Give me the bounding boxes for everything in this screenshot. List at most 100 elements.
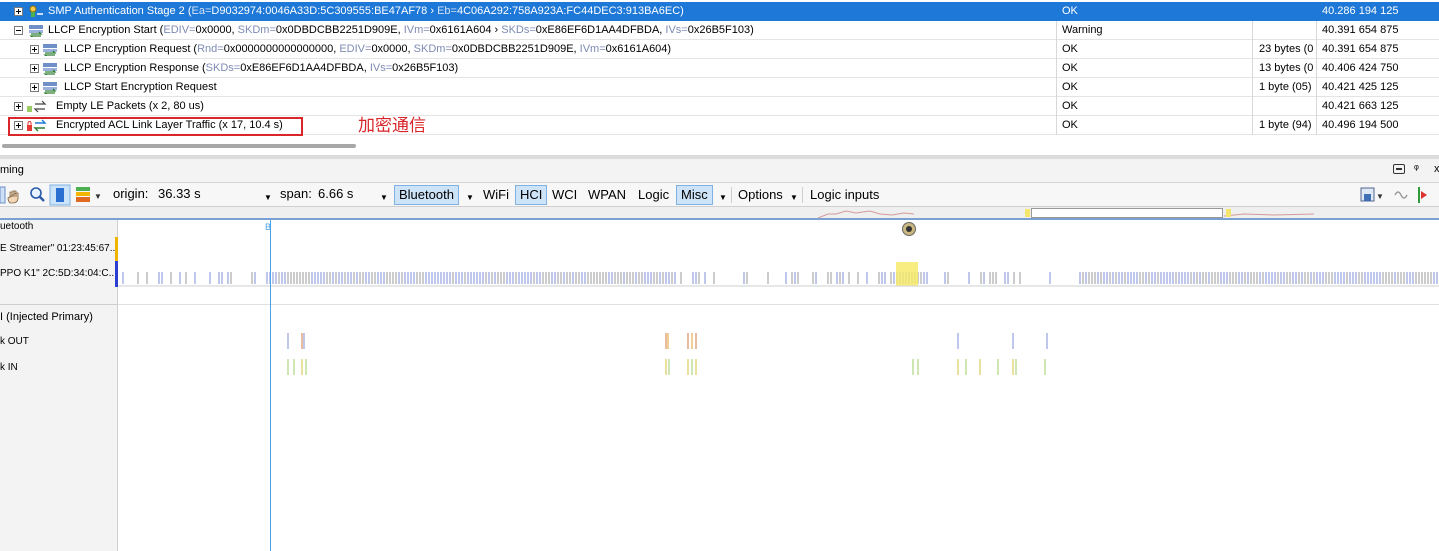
field-name: IVm=	[579, 43, 606, 55]
column-separator	[1056, 59, 1057, 78]
wifi-toggle[interactable]: WiFi	[478, 185, 514, 205]
waveform-icon[interactable]	[1394, 191, 1408, 199]
field-value: 0x26B5F103)	[392, 62, 459, 74]
row-label-device-1[interactable]: E Streamer" 01:23:45:67...	[0, 237, 118, 261]
field-value: LLCP Encryption Response (	[64, 62, 206, 74]
options-dropdown-icon[interactable]: ▼	[790, 189, 798, 209]
packet-row[interactable]: SMP Authentication Stage 2 (Ea=D9032974:…	[0, 2, 1439, 21]
packet-timestamp: 40.391 654 875	[1322, 43, 1399, 55]
select-tool-icon[interactable]	[0, 186, 6, 204]
row-label-hci: I (Injected Primary)	[0, 311, 93, 323]
close-icon[interactable]: x	[1434, 163, 1439, 175]
hci-toggle[interactable]: HCI	[515, 185, 548, 205]
options-menu[interactable]: Options	[733, 185, 788, 205]
field-value: LLCP Encryption Start (	[48, 24, 164, 36]
packet-status: Warning	[1062, 24, 1103, 36]
field-value: 0x6161A604)	[605, 43, 672, 55]
packet-length: 1 byte (94)	[1259, 119, 1312, 131]
fit-view-icon[interactable]	[49, 184, 71, 206]
bluetooth-dropdown-icon[interactable]: ▼	[466, 189, 474, 209]
field-value: 4C06A292:758A923A:FC44DEC3:913BA6EC)	[456, 5, 684, 17]
field-value: 0xE86EF6D1AA4DFBDA,	[535, 24, 666, 36]
column-separator	[1316, 97, 1317, 116]
packet-row[interactable]: LLCP Encryption Start (EDIV=0x0000, SKDm…	[0, 21, 1439, 40]
field-name: Eb=	[437, 5, 457, 17]
marker-tool-icon[interactable]	[1418, 187, 1427, 203]
field-value: 0x0000000000000000,	[223, 43, 340, 55]
span-value-input[interactable]: 6.66 s	[318, 185, 353, 205]
column-separator	[1056, 2, 1057, 21]
packet-timestamp: 40.406 424 750	[1322, 62, 1399, 74]
field-name: IVm=	[403, 24, 430, 36]
packet-timestamp: 40.421 425 125	[1322, 81, 1399, 93]
filter-dropdown-icon[interactable]: ▼	[94, 192, 102, 201]
packet-row[interactable]: LLCP Encryption Response (SKDs=0xE86EF6D…	[0, 59, 1439, 78]
packet-status: OK	[1062, 62, 1078, 74]
field-value: Empty LE Packets (x 2, 80 us)	[56, 100, 204, 112]
misc-dropdown-icon[interactable]: ▼	[719, 189, 727, 209]
field-name: SKDs=	[501, 24, 536, 36]
row-label-device-2[interactable]: PPO K1" 2C:5D:34:04:C...	[0, 261, 118, 287]
field-name: IVs=	[369, 62, 393, 74]
field-value: 0xE86EF6D1AA4DFBDA,	[240, 62, 370, 74]
origin-value-input[interactable]: 36.33 s	[158, 185, 201, 205]
field-value: 0x0000,	[195, 24, 238, 36]
field-name: EDIV=	[163, 24, 196, 36]
zoom-icon[interactable]	[30, 187, 45, 202]
wpan-toggle[interactable]: WPAN	[583, 185, 631, 205]
timing-panel-title: ming	[0, 164, 24, 176]
field-value: LLCP Encryption Request (	[64, 43, 198, 55]
horizontal-scrollbar[interactable]	[2, 144, 356, 148]
packet-row[interactable]: Empty LE Packets (x 2, 80 us) OK 40.421 66…	[0, 97, 1439, 116]
packet-row[interactable]: LLCP Encryption Request (Rnd=0x000000000…	[0, 40, 1439, 59]
packet-description: LLCP Encryption Start (EDIV=0x0000, SKDm…	[0, 21, 1055, 40]
packet-timestamp: 40.496 194 500	[1322, 119, 1399, 131]
wci-toggle[interactable]: WCI	[547, 185, 582, 205]
timing-panel-header: ming ᵠ x	[0, 159, 1439, 183]
origin-dropdown-icon[interactable]: ▼	[264, 189, 272, 209]
filter-icon[interactable]	[76, 187, 90, 202]
origin-label: origin:	[113, 186, 149, 201]
column-separator	[1252, 116, 1253, 135]
packet-description: SMP Authentication Stage 2 (Ea=D9032974:…	[0, 2, 1055, 21]
packet-list: SMP Authentication Stage 2 (Ea=D9032974:…	[0, 0, 1439, 136]
column-separator	[1056, 116, 1057, 135]
event-marker-icon[interactable]	[902, 222, 916, 236]
field-value: 0x0DBDCBB2251D909E,	[451, 43, 580, 55]
packet-description: Empty LE Packets (x 2, 80 us)	[0, 97, 1055, 116]
misc-toggle[interactable]: Misc	[676, 185, 713, 205]
overview-activity	[817, 209, 1315, 219]
overview-view-window[interactable]	[1031, 208, 1223, 218]
packet-row[interactable]: LLCP Start Encryption Request OK 1 byte (0…	[0, 78, 1439, 97]
pin-icon[interactable]: ᵠ	[1414, 163, 1419, 175]
toolbar-separator	[802, 187, 803, 203]
timeline-overview-bar[interactable]	[0, 207, 1439, 220]
column-separator	[1252, 59, 1253, 78]
field-name: SKDs=	[205, 62, 241, 74]
save-icon[interactable]	[1360, 187, 1375, 202]
column-separator	[1316, 78, 1317, 97]
row-label-bluetooth: uetooth	[0, 221, 34, 232]
span-dropdown-icon[interactable]: ▼	[380, 189, 388, 209]
timeline-plot[interactable]: B	[118, 220, 1439, 551]
logic-toggle[interactable]: Logic	[633, 185, 674, 205]
bluetooth-toggle[interactable]: Bluetooth	[394, 185, 459, 205]
toolbar-icons: ▼	[0, 184, 102, 206]
window-position-icon[interactable]	[1393, 164, 1405, 174]
field-value: 0x0000,	[371, 43, 414, 55]
packet-length	[1259, 21, 1315, 40]
field-name: Rnd=	[197, 43, 224, 55]
hand-tool-icon[interactable]	[7, 190, 19, 204]
field-name: EDIV=	[339, 43, 372, 55]
time-cursor[interactable]	[270, 220, 271, 551]
packet-status: OK	[1062, 81, 1078, 93]
toolbar-separator	[731, 187, 732, 203]
save-dropdown-icon[interactable]: ▼	[1376, 192, 1384, 201]
highlighted-packet-burst[interactable]	[896, 262, 918, 286]
logic-inputs-button[interactable]: Logic inputs	[805, 185, 884, 205]
column-separator	[1316, 40, 1317, 59]
packet-description: LLCP Start Encryption Request	[0, 78, 1055, 97]
time-cursor-label: B	[265, 222, 272, 232]
packet-description: LLCP Encryption Request (Rnd=0x000000000…	[0, 40, 1055, 59]
timeline-row-labels: uetooth E Streamer" 01:23:45:67... PPO K…	[0, 220, 118, 551]
